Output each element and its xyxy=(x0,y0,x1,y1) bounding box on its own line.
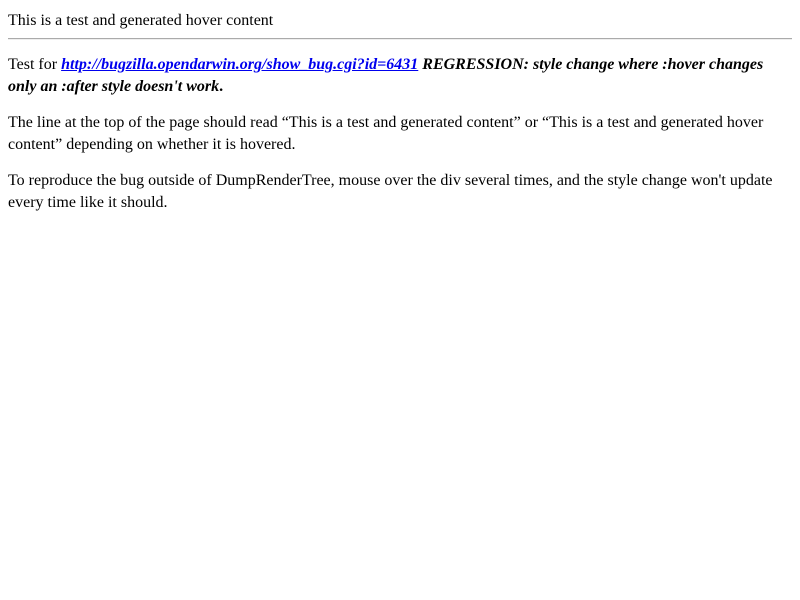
expected-result-paragraph: The line at the top of the page should r… xyxy=(8,114,764,153)
prefix-text: Test for xyxy=(8,56,62,73)
reproduce-instructions-paragraph: To reproduce the bug outside of DumpRend… xyxy=(8,172,773,211)
divider xyxy=(8,38,792,40)
suffix-text: . xyxy=(219,78,224,95)
bug-reference-paragraph: Test for http://bugzilla.opendarwin.org/… xyxy=(8,54,792,98)
hover-test-div[interactable]: This is a test and generated hover conte… xyxy=(8,10,792,30)
bug-link[interactable]: http://bugzilla.opendarwin.org/show_bug.… xyxy=(61,56,418,73)
